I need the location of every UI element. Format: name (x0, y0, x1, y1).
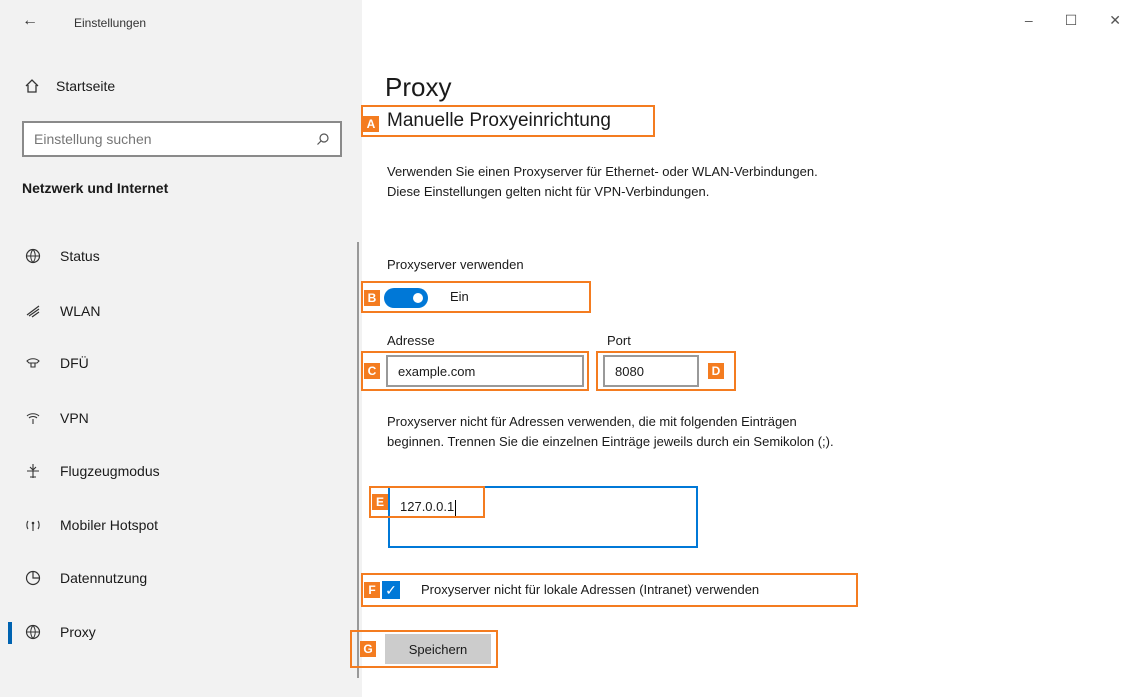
sidebar-item-mobiler-hotspot[interactable]: Mobiler Hotspot (0, 505, 362, 545)
back-arrow-icon[interactable]: ← (22, 12, 38, 30)
sidebar-item-label: VPN (60, 410, 89, 426)
globe-icon (24, 623, 42, 641)
annotation-marker-d: D (708, 363, 724, 379)
annotation-marker-c: C (364, 363, 380, 379)
sidebar-item-label: Mobiler Hotspot (60, 517, 159, 533)
dialup-icon (24, 354, 42, 372)
data-usage-icon (24, 569, 42, 587)
sidebar-item-label: WLAN (60, 303, 101, 319)
sidebar-item-label: Proxy (60, 624, 96, 640)
port-value: 8080 (615, 363, 644, 379)
toggle-state-label: Ein (450, 289, 469, 304)
sidebar-item-label: DFÜ (60, 355, 89, 371)
close-icon[interactable]: ✕ (1109, 12, 1121, 29)
airplane-icon (24, 462, 42, 480)
proxy-description: Verwenden Sie einen Proxyserver für Ethe… (387, 164, 818, 199)
wifi-icon (24, 302, 42, 320)
sidebar-item-label: Status (60, 248, 100, 264)
save-button[interactable]: Speichern (385, 634, 491, 664)
sidebar: ← Einstellungen Startseite Einstellung s… (0, 0, 362, 697)
use-proxy-label: Proxyserver verwenden (387, 257, 524, 272)
sidebar-item-dfu[interactable]: DFÜ (0, 343, 362, 383)
settings-search-input[interactable]: Einstellung suchen (22, 121, 342, 157)
home-link[interactable]: Startseite (24, 78, 115, 94)
sidebar-item-status[interactable]: Status (0, 236, 362, 276)
maximize-icon[interactable]: ☐ (1065, 12, 1078, 29)
annotation-marker-g: G (360, 641, 376, 657)
vpn-icon (24, 409, 42, 427)
port-input[interactable]: 8080 (603, 355, 699, 387)
search-icon (317, 133, 329, 145)
checkmark-icon: ✓ (385, 581, 397, 598)
exceptions-description: Proxyserver nicht für Adressen verwenden… (387, 414, 834, 449)
sidebar-item-label: Datennutzung (60, 570, 148, 586)
hotspot-icon (24, 516, 42, 534)
annotation-marker-a: A (363, 116, 379, 132)
home-label: Startseite (56, 78, 116, 94)
proxy-toggle-switch[interactable] (384, 288, 428, 308)
local-addresses-label: Proxyserver nicht für lokale Adressen (I… (421, 582, 760, 597)
annotation-marker-b: B (364, 290, 380, 306)
annotation-marker-e: E (372, 494, 388, 510)
window-controls: – ☐ ✕ (1025, 12, 1121, 29)
section-heading: Netzwerk und Internet (22, 180, 169, 196)
app-title: Einstellungen (74, 16, 147, 30)
address-value: example.com (398, 363, 476, 379)
sidebar-item-datennutzung[interactable]: Datennutzung (0, 558, 362, 598)
sidebar-item-wlan[interactable]: WLAN (0, 291, 362, 331)
sidebar-item-proxy[interactable]: Proxy (0, 612, 362, 652)
sidebar-item-vpn[interactable]: VPN (0, 398, 362, 438)
port-label: Port (607, 333, 631, 348)
home-icon (25, 79, 39, 93)
page-title: Proxy (385, 72, 452, 102)
local-addresses-checkbox[interactable]: ✓ (382, 581, 400, 599)
annotation-marker-f: F (364, 582, 380, 598)
address-label: Adresse (387, 333, 435, 348)
search-placeholder: Einstellung suchen (34, 131, 152, 147)
toggle-knob (413, 293, 423, 303)
sidebar-item-label: Flugzeugmodus (60, 463, 160, 479)
minimize-icon[interactable]: – (1025, 12, 1033, 29)
sidebar-item-flugzeugmodus[interactable]: Flugzeugmodus (0, 451, 362, 491)
globe-status-icon (24, 247, 42, 265)
address-input[interactable]: example.com (386, 355, 584, 387)
section-subheading: Manuelle Proxyeinrichtung (387, 110, 611, 131)
scrollbar[interactable] (357, 242, 359, 678)
